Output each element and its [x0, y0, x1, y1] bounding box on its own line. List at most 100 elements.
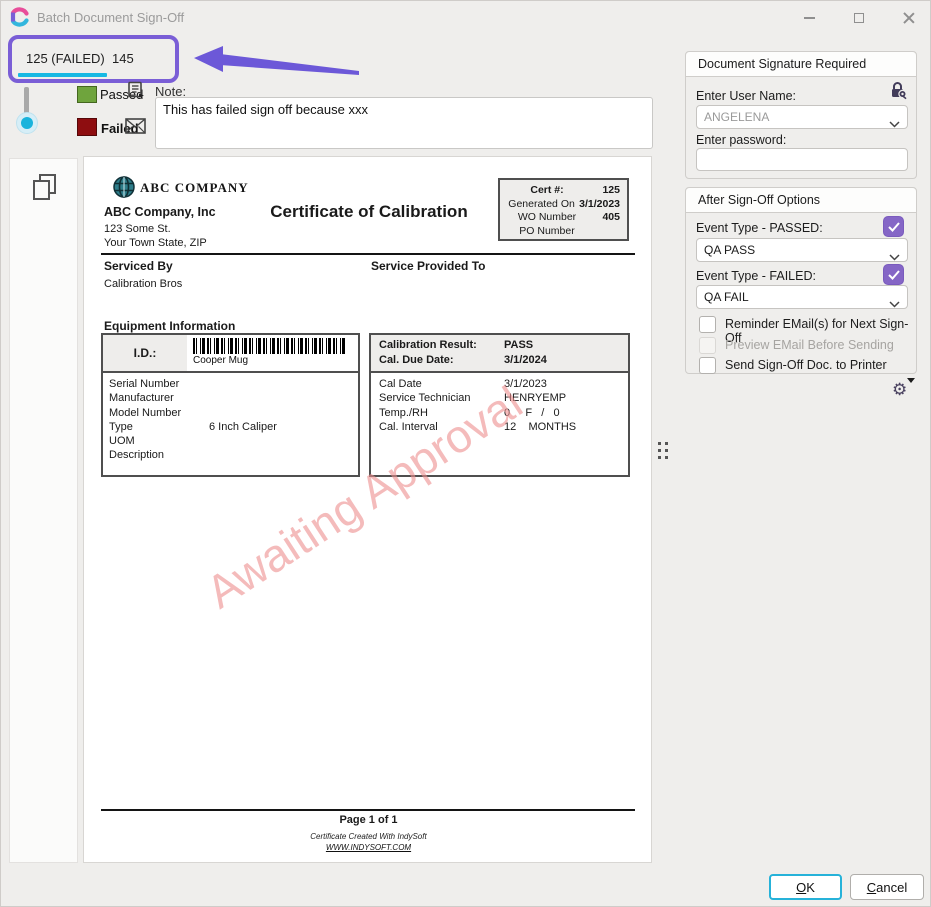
field-label: Manufacturer	[109, 391, 209, 405]
app-logo-icon	[10, 7, 30, 27]
ok-button[interactable]: OK	[769, 874, 842, 900]
splitter-grip[interactable]	[658, 442, 668, 459]
calibration-header: Calibration Result:PASS Cal. Due Date:3/…	[371, 335, 628, 373]
minimize-icon	[804, 17, 815, 19]
reminder-email-checkbox[interactable]	[699, 316, 716, 333]
event-type-passed-checkbox[interactable]	[883, 216, 904, 237]
field-label: Serial Number	[109, 377, 209, 391]
window-title: Batch Document Sign-Off	[37, 10, 184, 25]
cert-info-box: Cert #: 125 Generated On 3/1/2023 WO Num…	[498, 178, 629, 241]
chevron-down-icon	[889, 113, 900, 135]
field-value: 0 F / 0	[504, 406, 560, 420]
maximize-button[interactable]	[844, 4, 874, 32]
field-label: Calibration Result:	[379, 338, 504, 353]
field-label: Cal Date	[379, 377, 504, 391]
equipment-row: UOM	[109, 434, 358, 448]
preview-email-checkbox	[699, 337, 716, 354]
maximize-icon	[854, 13, 864, 23]
calibration-field-rows: Cal Date3/1/2023 Service TechnicianHENRY…	[371, 373, 628, 434]
wo-number-value: 405	[590, 211, 620, 225]
calibration-row: Service TechnicianHENRYEMP	[379, 391, 628, 405]
field-value: PASS	[504, 338, 533, 353]
equipment-row: Description	[109, 448, 358, 462]
page-number: Page 1 of 1	[84, 814, 653, 826]
preview-email-label: Preview EMail Before Sending	[725, 338, 894, 352]
close-button[interactable]	[894, 4, 924, 32]
field-label: Description	[109, 448, 209, 462]
email-envelope-icon[interactable]	[125, 118, 146, 139]
minimize-button[interactable]	[794, 4, 824, 32]
field-value: 12 MONTHS	[504, 420, 576, 434]
po-number-label: PO Number	[504, 225, 590, 239]
note-script-icon[interactable]	[127, 81, 145, 104]
equipment-info-box: I.D.: Cooper Mug Serial Number Manufactu…	[101, 333, 360, 477]
certificate-preview-page: ABC COMPANY ABC Company, Inc 123 Some St…	[83, 156, 652, 863]
username-label: Enter User Name:	[696, 89, 796, 103]
event-type-failed-checkbox[interactable]	[883, 264, 904, 285]
field-label: Temp./RH	[379, 406, 504, 420]
tab-145[interactable]: 145	[112, 51, 134, 66]
field-label: UOM	[109, 434, 209, 448]
event-type-passed-label: Event Type - PASSED:	[696, 221, 823, 235]
gear-dropdown-arrow-icon[interactable]	[907, 378, 915, 383]
settings-gear-icon[interactable]: ⚙︎	[892, 381, 907, 398]
check-icon	[888, 270, 900, 280]
slider-thumb-dot	[21, 117, 33, 129]
equipment-field-rows: Serial Number Manufacturer Model Number …	[103, 373, 358, 463]
event-type-failed-label: Event Type - FAILED:	[696, 269, 816, 283]
batch-document-signoff-dialog: { "window": { "title": "Batch Document S…	[0, 0, 931, 907]
calibration-header-row: Cal. Due Date:3/1/2024	[379, 353, 628, 368]
signature-group-title: Document Signature Required	[686, 52, 916, 77]
generated-on-row: Generated On 3/1/2023	[504, 198, 620, 212]
cert-number-row: Cert #: 125	[504, 184, 620, 198]
cert-number-value: 125	[590, 184, 620, 198]
document-thumbnail-sidebar	[9, 158, 78, 863]
certificate-title: Certificate of Calibration	[224, 202, 514, 222]
event-type-failed-value: QA FAIL	[704, 290, 749, 304]
options-group: After Sign-Off Options Event Type - PASS…	[685, 187, 917, 374]
equipment-row: Manufacturer	[109, 391, 358, 405]
indysoft-link[interactable]: WWW.INDYSOFT.COM	[84, 843, 653, 852]
username-combobox[interactable]: ANGELENA	[696, 105, 908, 129]
cancel-button-rest: ancel	[876, 880, 907, 895]
field-label: Type	[109, 420, 209, 434]
password-input[interactable]	[696, 148, 908, 171]
service-provided-to-label: Service Provided To	[371, 259, 486, 273]
copy-pages-icon[interactable]	[30, 172, 60, 207]
calibration-info-box: Calibration Result:PASS Cal. Due Date:3/…	[369, 333, 630, 477]
generated-on-value: 3/1/2023	[579, 198, 620, 212]
cancel-button[interactable]: Cancel	[850, 874, 924, 900]
footer-divider	[101, 809, 635, 811]
note-input[interactable]: This has failed sign off because xxx	[155, 97, 653, 149]
company-address1: 123 Some St.	[104, 223, 171, 235]
po-number-row: PO Number	[504, 225, 620, 239]
field-value: HENRYEMP	[504, 391, 566, 405]
id-value: Cooper Mug	[193, 355, 358, 366]
signature-group: Document Signature Required Enter User N…	[685, 51, 917, 179]
calibration-row: Cal. Interval12 MONTHS	[379, 420, 628, 434]
signoff-slider-track[interactable]	[24, 87, 29, 114]
username-value: ANGELENA	[704, 110, 769, 124]
equipment-id-header: I.D.: Cooper Mug	[103, 335, 358, 373]
close-icon	[903, 12, 915, 24]
tab-125-failed[interactable]: 125 (FAILED)	[26, 51, 105, 66]
password-lock-icon[interactable]	[890, 81, 908, 105]
signoff-slider-thumb[interactable]	[16, 112, 38, 134]
company-name: ABC Company, Inc	[104, 205, 216, 219]
field-label: Cal. Interval	[379, 420, 504, 434]
event-type-failed-combobox[interactable]: QA FAIL	[696, 285, 908, 309]
send-to-printer-checkbox[interactable]	[699, 357, 716, 374]
equipment-row: Type6 Inch Caliper	[109, 420, 358, 434]
field-label: Cal. Due Date:	[379, 353, 504, 368]
field-label: Model Number	[109, 406, 209, 420]
equipment-row: Serial Number	[109, 377, 358, 391]
calibration-row: Temp./RH0 F / 0	[379, 406, 628, 420]
event-type-passed-value: QA PASS	[704, 243, 755, 257]
event-type-passed-combobox[interactable]: QA PASS	[696, 238, 908, 262]
field-label: Service Technician	[379, 391, 504, 405]
failed-color-swatch	[77, 118, 97, 136]
id-label: I.D.:	[103, 335, 187, 371]
po-number-value	[590, 225, 620, 239]
field-value: 6 Inch Caliper	[209, 420, 277, 434]
password-label: Enter password:	[696, 133, 786, 147]
